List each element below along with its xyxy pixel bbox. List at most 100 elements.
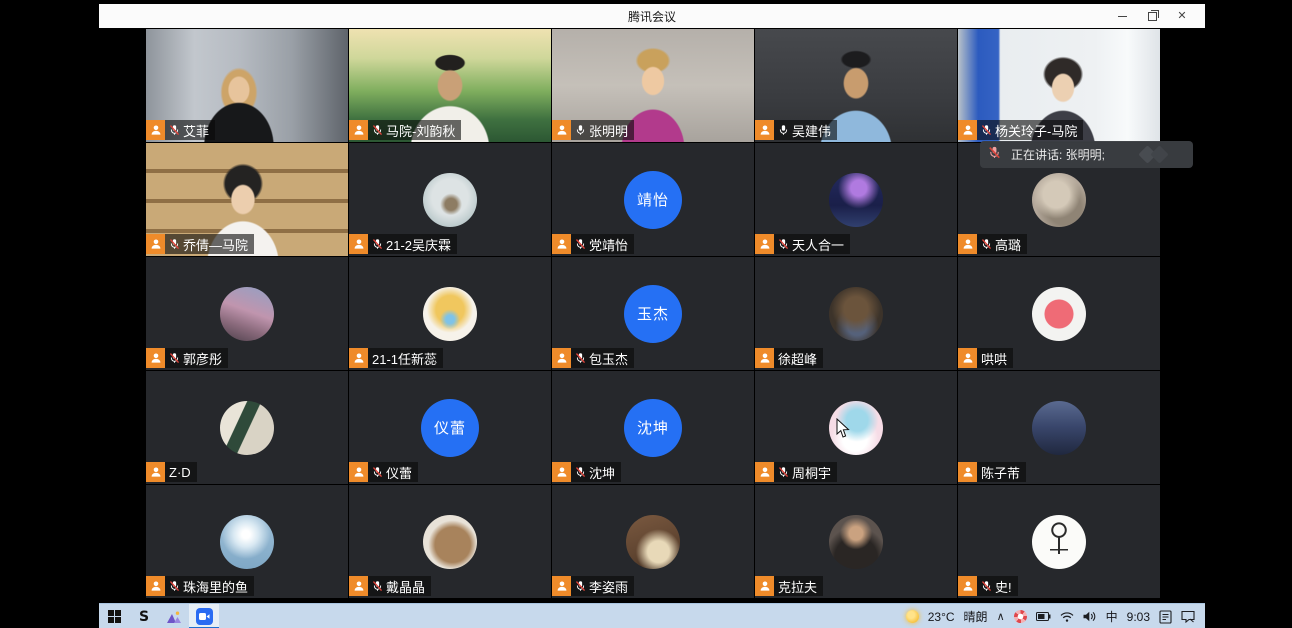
participant-label-row: 克拉夫 <box>755 576 823 596</box>
participant-name: Z·D <box>169 465 191 480</box>
participant-name: 马院-刘韵秋 <box>386 121 455 140</box>
mic-on-icon <box>575 124 586 136</box>
participant-tile[interactable]: 天人合一 <box>755 143 957 256</box>
participant-tile[interactable]: 玉杰 包玉杰 <box>552 257 754 370</box>
initials-avatar: 沈坤 <box>624 399 682 457</box>
muted-mic-icon <box>981 124 992 136</box>
participant-tile[interactable]: 21-2吴庆霖 <box>349 143 551 256</box>
start-button[interactable] <box>99 604 129 628</box>
host-badge <box>755 348 774 368</box>
participant-tile[interactable]: 靖怡 党靖怡 <box>552 143 754 256</box>
participant-label: 戴晶晶 <box>368 576 431 596</box>
participant-tile[interactable]: 艾菲 <box>146 29 348 142</box>
wifi-icon[interactable] <box>1060 612 1074 622</box>
participant-tile[interactable]: 哄哄 <box>958 257 1160 370</box>
participant-label: 高璐 <box>977 234 1027 254</box>
participant-label-row: 21-2吴庆霖 <box>349 234 457 254</box>
participant-tile[interactable]: 李姿雨 <box>552 485 754 598</box>
close-button[interactable]: ✕ <box>1167 4 1197 28</box>
participant-label: 克拉夫 <box>774 576 823 596</box>
taskbar-clock[interactable]: 9:03 <box>1127 610 1150 624</box>
minimize-button[interactable] <box>1107 4 1137 28</box>
stick-avatar <box>1032 515 1086 569</box>
participant-label: 艾菲 <box>165 120 215 140</box>
participant-name: 戴晶晶 <box>386 577 425 596</box>
photos-app-button[interactable] <box>159 604 189 628</box>
participant-label-row: 张明明 <box>552 120 634 140</box>
ime-indicator[interactable]: 中 <box>1106 608 1118 625</box>
animegirl-avatar <box>423 287 477 341</box>
streetlight-avatar <box>220 515 274 569</box>
catgray-avatar <box>1032 173 1086 227</box>
participant-tile[interactable]: 史! <box>958 485 1160 598</box>
red-swirl-tray-icon[interactable] <box>1014 610 1027 623</box>
participant-tile[interactable]: 郭彦彤 <box>146 257 348 370</box>
speaking-toast: 正在讲话: 张明明; <box>980 141 1193 168</box>
person-icon <box>556 238 568 250</box>
participant-tile[interactable]: 徐超峰 <box>755 257 957 370</box>
host-badge <box>755 462 774 482</box>
participant-tile[interactable]: 杨关玲子-马院 <box>958 29 1160 142</box>
tencent-meeting-watermark-icon <box>1139 146 1179 164</box>
restore-button[interactable] <box>1137 4 1167 28</box>
weather-condition[interactable]: 晴朗 <box>964 608 988 625</box>
participant-label-row: 吴建伟 <box>755 120 837 140</box>
host-badge <box>349 576 368 596</box>
participant-label-row: 戴晶晶 <box>349 576 431 596</box>
participant-tile[interactable]: 克拉夫 <box>755 485 957 598</box>
participant-label-row: 党靖怡 <box>552 234 634 254</box>
host-badge <box>958 576 977 596</box>
participant-label: 天人合一 <box>774 234 850 254</box>
pinwheel-app-icon: S <box>139 609 149 625</box>
participant-label: 张明明 <box>571 120 634 140</box>
tencent-meeting-app-button[interactable] <box>189 604 219 628</box>
participant-name: 杨关玲子-马院 <box>995 121 1077 140</box>
participant-tile[interactable]: 周桐宇 <box>755 371 957 484</box>
participant-tile[interactable]: Z·D <box>146 371 348 484</box>
weather-temp[interactable]: 23°C <box>928 610 955 624</box>
participant-label: 马院-刘韵秋 <box>368 120 461 140</box>
taskbar-pinned-apps: S <box>99 604 219 628</box>
participant-tile[interactable]: 张明明 <box>552 29 754 142</box>
participant-label-row: 包玉杰 <box>552 348 634 368</box>
pinwheel-app-button[interactable]: S <box>129 604 159 628</box>
action-center-icon[interactable] <box>1181 610 1195 623</box>
participant-label-row: 21-1任新蕊 <box>349 348 443 368</box>
participant-name: 徐超峰 <box>778 349 817 368</box>
participant-tile[interactable]: 珠海里的鱼 <box>146 485 348 598</box>
chevron-up-icon[interactable]: ∧ <box>997 610 1005 623</box>
participant-label-row: 哄哄 <box>958 348 1013 368</box>
participant-name: 张明明 <box>589 121 628 140</box>
initials-avatar: 仪蕾 <box>421 399 479 457</box>
notes-icon[interactable] <box>1159 610 1172 624</box>
person-icon <box>556 466 568 478</box>
muted-mic-icon <box>169 580 180 592</box>
participant-label: 乔倩—马院 <box>165 234 254 254</box>
participant-tile[interactable]: 21-1任新蕊 <box>349 257 551 370</box>
battery-icon[interactable] <box>1036 612 1051 621</box>
participant-tile[interactable]: 乔倩—马院 <box>146 143 348 256</box>
participant-tile[interactable]: 沈坤 沈坤 <box>552 371 754 484</box>
person-icon <box>759 580 771 592</box>
book-avatar <box>220 401 274 455</box>
participant-tile[interactable]: 戴晶晶 <box>349 485 551 598</box>
mouse-cursor <box>836 418 850 444</box>
participant-name: 党靖怡 <box>589 235 628 254</box>
person-icon <box>556 352 568 364</box>
participant-tile[interactable]: 仪蕾 仪蕾 <box>349 371 551 484</box>
participant-label: 周桐宇 <box>774 462 837 482</box>
participant-label: 杨关玲子-马院 <box>977 120 1083 140</box>
close-icon: ✕ <box>1177 11 1186 22</box>
host-badge <box>349 462 368 482</box>
person-icon <box>759 466 771 478</box>
participant-tile[interactable]: 马院-刘韵秋 <box>349 29 551 142</box>
participant-label: 21-1任新蕊 <box>368 348 443 368</box>
participant-tile[interactable]: 吴建伟 <box>755 29 957 142</box>
participant-tile[interactable]: 陈子芾 <box>958 371 1160 484</box>
muted-mic-icon <box>988 146 1001 164</box>
participant-name: 吴建伟 <box>792 121 831 140</box>
host-badge <box>146 120 165 140</box>
person-icon <box>962 352 974 364</box>
participant-name: 珠海里的鱼 <box>183 577 248 596</box>
speaker-icon[interactable] <box>1083 611 1097 622</box>
